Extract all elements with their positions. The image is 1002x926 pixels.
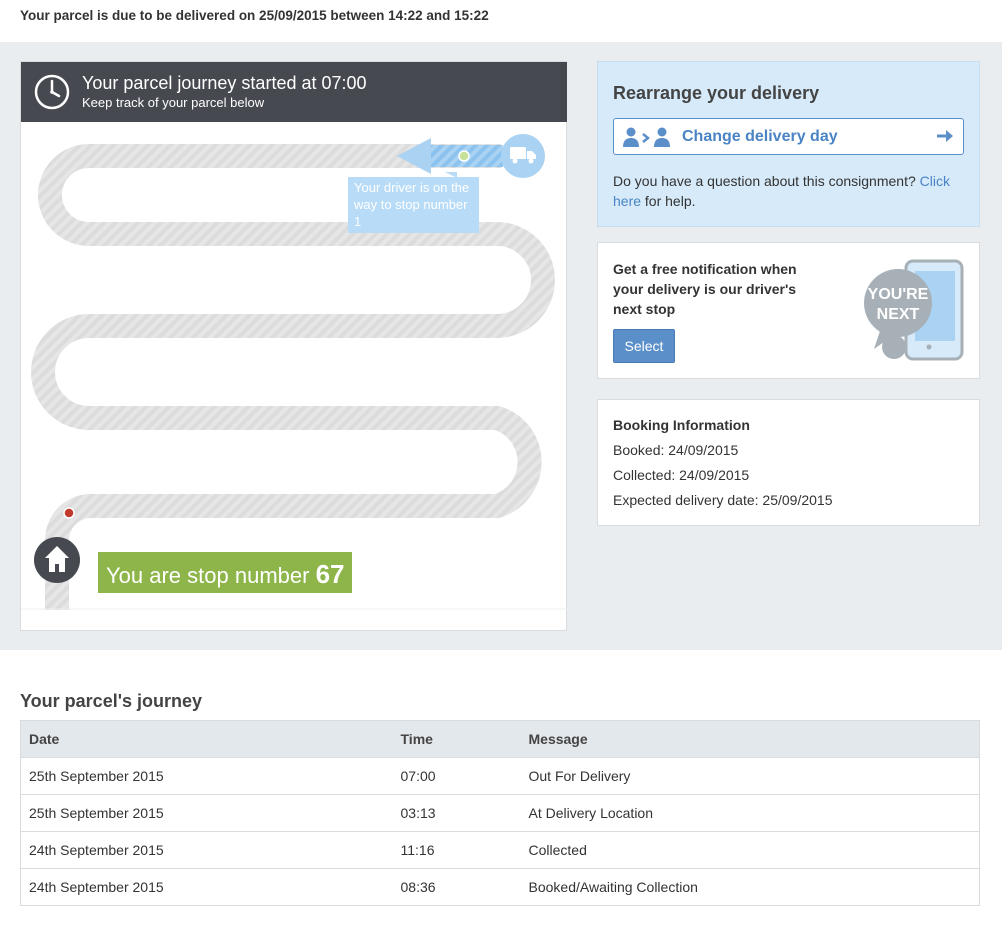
- driver-location-dot: [458, 150, 470, 162]
- change-delivery-day-button[interactable]: Change delivery day: [613, 118, 964, 155]
- cell-time: 11:16: [392, 831, 521, 869]
- clock-icon: [34, 74, 70, 110]
- home-icon: [34, 537, 80, 583]
- table-row: 24th September 2015 08:36 Booked/Awaitin…: [20, 868, 980, 906]
- cell-message: At Delivery Location: [520, 794, 980, 832]
- table-header-row: Date Time Message: [20, 720, 980, 758]
- column-header-date: Date: [20, 720, 393, 758]
- notification-text: Get a free notification when your delive…: [613, 261, 797, 317]
- customer-stop-dot: [63, 507, 75, 519]
- booking-info-panel: Booking Information Booked: 24/09/2015 C…: [597, 399, 980, 526]
- table-row: 25th September 2015 03:13 At Delivery Lo…: [20, 794, 980, 832]
- delivery-notice-bar: Your parcel is due to be delivered on 25…: [0, 0, 1002, 42]
- notification-panel: Get a free notification when your delive…: [597, 242, 980, 379]
- cell-date: 24th September 2015: [20, 831, 393, 869]
- cell-date: 24th September 2015: [20, 868, 393, 906]
- cell-message: Booked/Awaiting Collection: [520, 868, 980, 906]
- cell-time: 07:00: [392, 757, 521, 795]
- users-swap-icon: [623, 127, 670, 147]
- cell-message: Out For Delivery: [520, 757, 980, 795]
- stop-number-label: You are stop number: [106, 563, 310, 588]
- direction-arrow: [397, 138, 431, 174]
- cell-date: 25th September 2015: [20, 757, 393, 795]
- booked-date: Booked: 24/09/2015: [613, 442, 739, 458]
- journey-title: Your parcel journey started at 07:00: [82, 73, 367, 93]
- column-header-message: Message: [520, 720, 980, 758]
- collected-date: Collected: 24/09/2015: [613, 467, 750, 483]
- select-notification-button[interactable]: Select: [613, 329, 675, 363]
- journey-table: Date Time Message 25th September 2015 07…: [20, 720, 980, 906]
- expected-delivery-date: Expected delivery date: 25/09/2015: [613, 492, 833, 508]
- badge-text-1: YOU'RE: [868, 286, 929, 303]
- journey-header: Your parcel journey started at 07:00 Kee…: [21, 62, 567, 122]
- cell-time: 03:13: [392, 794, 521, 832]
- route-map: [21, 134, 567, 610]
- rearrange-title: Rearrange your delivery: [613, 83, 820, 103]
- table-row: 25th September 2015 07:00 Out For Delive…: [20, 757, 980, 795]
- change-delivery-day-label: Change delivery day: [682, 128, 838, 145]
- journey-table-title: Your parcel's journey: [20, 691, 203, 711]
- cell-time: 08:36: [392, 868, 521, 906]
- journey-card: Your parcel journey started at 07:00 Kee…: [20, 61, 567, 631]
- youre-next-phone-icon: YOU'RE NEXT: [864, 259, 964, 361]
- journey-subtitle: Keep track of your parcel below: [82, 95, 265, 110]
- arrow-right-icon: [937, 130, 953, 142]
- badge-text-2: NEXT: [877, 306, 920, 323]
- cell-message: Collected: [520, 831, 980, 869]
- booking-title: Booking Information: [613, 417, 750, 433]
- truck-icon: [501, 134, 545, 178]
- stop-number-banner: You are stop number 67: [98, 552, 352, 593]
- question-suffix: for help.: [644, 193, 696, 209]
- table-row: 24th September 2015 11:16 Collected: [20, 831, 980, 869]
- cell-date: 25th September 2015: [20, 794, 393, 832]
- consignment-question: Do you have a question about this consig…: [613, 171, 963, 211]
- stop-number-value: 67: [315, 559, 345, 589]
- delivery-notice: Your parcel is due to be delivered on 25…: [20, 8, 489, 23]
- question-text: Do you have a question about this consig…: [613, 173, 916, 189]
- column-header-time: Time: [392, 720, 521, 758]
- driver-status-tooltip: Your driver is on the way to stop number…: [348, 177, 479, 233]
- rearrange-panel: Rearrange your delivery Change delivery …: [597, 61, 980, 227]
